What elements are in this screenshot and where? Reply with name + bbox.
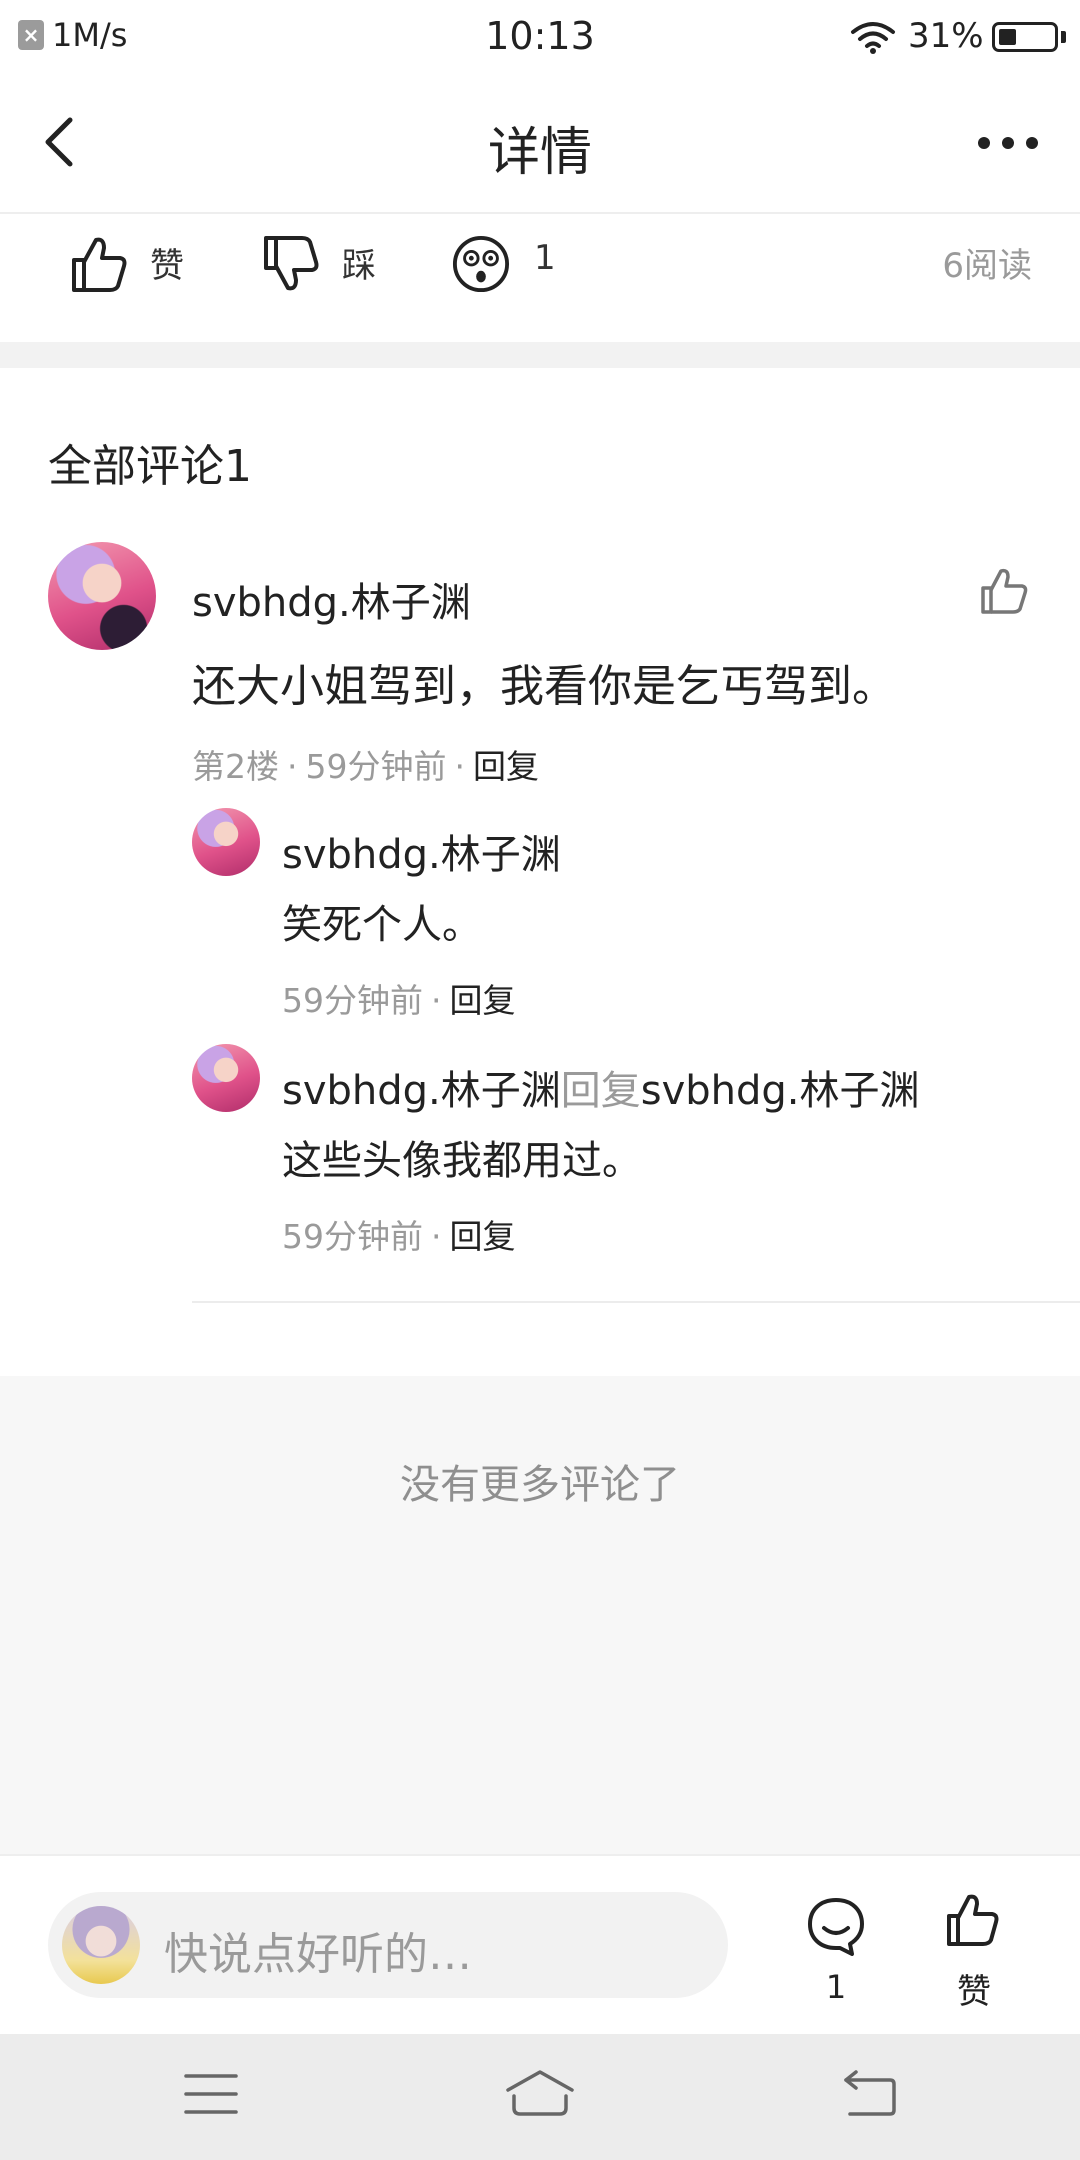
reply-text: 笑死个人。	[282, 902, 482, 948]
comment-input-bar: 快说点好听的… 1 赞	[0, 1854, 1080, 2034]
no-more-comments-text: 没有更多评论了	[400, 1462, 680, 1508]
battery-icon	[992, 22, 1058, 52]
comments-section: 全部评论1 svbhdg.林子渊 还大小姐驾到，我看你是乞丐驾到。 第2楼 · 59…	[0, 368, 1080, 1376]
back-arrow-icon[interactable]	[842, 2070, 898, 2118]
menu-icon[interactable]	[184, 2072, 238, 2116]
read-count: 6阅读	[942, 246, 1032, 286]
avatar[interactable]	[192, 1044, 260, 1112]
nav-header: 详情	[0, 72, 1080, 214]
more-dots-icon[interactable]	[976, 130, 1040, 156]
dislike-label[interactable]: 踩	[342, 238, 376, 287]
reply-time: 59分钟前	[282, 1217, 423, 1256]
wifi-icon	[851, 22, 895, 54]
comment-bubble-icon[interactable]	[806, 1896, 866, 1956]
thumbs-up-icon[interactable]	[946, 1892, 1002, 1948]
reply-header: svbhdg.林子渊回复svbhdg.林子渊	[282, 1058, 920, 1116]
reply-button[interactable]: 回复	[450, 1217, 516, 1256]
page-title: 详情	[487, 123, 592, 183]
emoji-reaction-count: 1	[534, 238, 556, 278]
thumbs-down-icon[interactable]	[262, 234, 320, 294]
divider	[192, 1301, 1080, 1303]
thumbs-up-icon[interactable]	[980, 566, 1030, 616]
reply-button[interactable]: 回复	[473, 747, 539, 786]
battery-tip	[1061, 31, 1066, 43]
reply-time: 59分钟前	[282, 981, 423, 1020]
battery-percent: 31%	[908, 16, 984, 56]
comment-floor: 第2楼	[192, 747, 279, 786]
reply-username[interactable]: svbhdg.林子渊	[282, 1068, 561, 1114]
comments-title: 全部评论1	[48, 441, 252, 492]
dizzy-face-icon[interactable]	[452, 234, 510, 294]
avatar[interactable]	[48, 542, 156, 650]
battery-level	[999, 29, 1016, 45]
comment-text: 还大小姐驾到，我看你是乞丐驾到。	[192, 661, 896, 712]
home-icon[interactable]	[504, 2068, 576, 2118]
post-action-row: 赞 踩 1 6阅读	[0, 214, 1080, 342]
reply-text: 这些头像我都用过。	[282, 1138, 642, 1184]
like-label[interactable]: 赞	[946, 1964, 1002, 2013]
meta-separator: ·	[454, 747, 466, 786]
reply-to-word: 回复	[560, 1068, 641, 1114]
avatar	[62, 1906, 140, 1984]
reply-target-username[interactable]: svbhdg.林子渊	[641, 1068, 920, 1114]
thumbs-up-icon[interactable]	[70, 234, 128, 294]
meta-separator: ·	[431, 1217, 442, 1256]
comment-input[interactable]: 快说点好听的…	[48, 1892, 728, 1998]
comment-meta: 第2楼 · 59分钟前 · 回复	[192, 740, 539, 788]
reply-meta: 59分钟前 · 回复	[282, 974, 516, 1022]
meta-separator: ·	[431, 981, 442, 1020]
status-bar: × 1M/s 10:13 31%	[0, 0, 1080, 72]
comment-count: 1	[825, 1968, 847, 2006]
system-nav-bar	[0, 2034, 1080, 2160]
reply-button[interactable]: 回复	[450, 981, 516, 1020]
section-divider	[0, 342, 1080, 368]
reply-meta: 59分钟前 · 回复	[282, 1210, 516, 1258]
comment-time: 59分钟前	[305, 747, 447, 786]
reply-username[interactable]: svbhdg.林子渊	[282, 822, 561, 880]
comment-username[interactable]: svbhdg.林子渊	[192, 570, 471, 628]
no-more-area: 没有更多评论了	[0, 1376, 1080, 1854]
meta-separator: ·	[287, 747, 298, 786]
input-placeholder[interactable]: 快说点好听的…	[164, 1918, 472, 1982]
avatar[interactable]	[192, 808, 260, 876]
like-label[interactable]: 赞	[150, 238, 184, 287]
